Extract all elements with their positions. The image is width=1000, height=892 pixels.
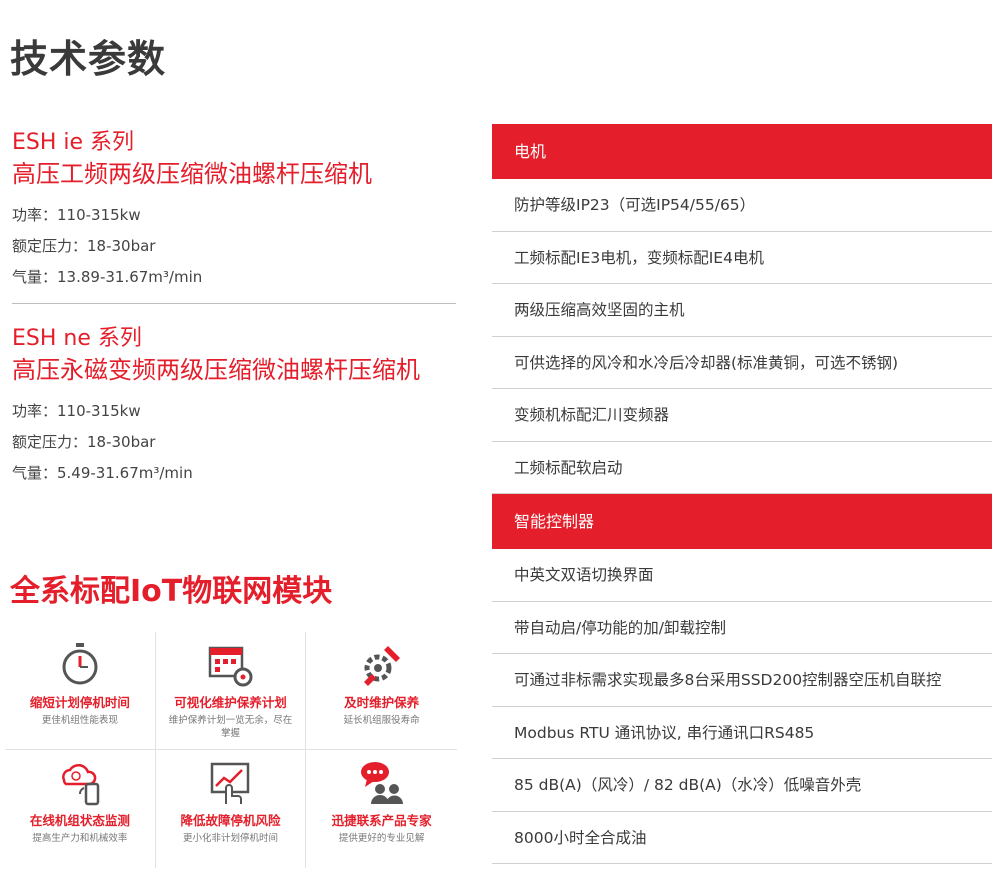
- spec-pressure: 额定压力：18-30bar: [12, 237, 156, 255]
- spec-row: 可通过非标需求实现最多8台采用SSD200控制器空压机自联控: [492, 654, 992, 707]
- spec-airflow: 气量：13.89-31.67m³/min: [12, 268, 203, 286]
- iot-feature-desc: 更小化非计划停机时间: [182, 833, 278, 844]
- iot-feature-desc: 维护保养计划一览无余，尽在掌握: [168, 715, 293, 739]
- iot-feature: 及时维护保养 延长机组服役寿命: [306, 632, 457, 750]
- series-block-ie: ESH ie 系列 高压工频两级压缩微油螺杆压缩机 功率：110-315kw 额…: [12, 128, 458, 293]
- calendar-gear-icon: [209, 646, 253, 687]
- spec-row: 两级压缩高效坚固的主机: [492, 284, 992, 337]
- series-name: ESH ne 系列: [12, 326, 142, 351]
- iot-feature-label: 迅捷联系产品专家: [331, 813, 432, 828]
- page-title: 技术参数: [10, 37, 167, 81]
- spec-row: 中英文双语切换界面: [492, 549, 992, 602]
- iot-feature: 降低故障停机风险 更小化非计划停机时间: [156, 750, 307, 868]
- spec-power: 功率：110-315kw: [12, 402, 141, 420]
- spec-row: 可供选择的风冷和水冷后冷却器(标准黄铜，可选不锈钢): [492, 337, 992, 389]
- series-divider: [12, 303, 456, 304]
- iot-feature: 迅捷联系产品专家 提供更好的专业见解: [306, 750, 457, 868]
- spec-airflow: 气量：5.49-31.67m³/min: [12, 464, 193, 482]
- series-subtitle: 高压工频两级压缩微油螺杆压缩机: [12, 160, 372, 188]
- touch-chart-icon: [211, 762, 250, 804]
- iot-feature-label: 可视化维护保养计划: [174, 695, 287, 710]
- spec-row: Modbus RTU 通讯协议, 串行通讯口RS485: [492, 707, 992, 759]
- spec-row: 工频标配软启动: [492, 442, 992, 494]
- motor-section-header: 电机: [492, 124, 992, 179]
- spec-power: 功率：110-315kw: [12, 206, 141, 224]
- stopwatch-icon: [62, 643, 98, 685]
- iot-feature-label: 降低故障停机风险: [180, 813, 281, 828]
- iot-feature-grid: 缩短计划停机时间 更佳机组性能表现 可视化维护保养计划 维护保养计划一览无余，尽…: [5, 632, 457, 868]
- controller-section-header: 智能控制器: [492, 494, 992, 549]
- series-panel: ESH ie 系列 高压工频两级压缩微油螺杆压缩机 功率：110-315kw 额…: [12, 128, 458, 489]
- iot-feature-label: 及时维护保养: [344, 695, 420, 710]
- spec-pressure: 额定压力：18-30bar: [12, 433, 156, 451]
- spec-row: 变频机标配汇川变频器: [492, 389, 992, 442]
- spec-row: 85 dB(A)（风冷）/ 82 dB(A)（水冷）低噪音外壳: [492, 759, 992, 812]
- iot-feature-desc: 延长机组服役寿命: [343, 715, 420, 726]
- iot-feature-label: 缩短计划停机时间: [29, 695, 130, 710]
- iot-feature: 在线机组状态监测 提高生产力和机械效率: [5, 750, 156, 868]
- series-name: ESH ie 系列: [12, 130, 135, 155]
- chat-people-icon: [360, 762, 403, 804]
- spec-row: 防护等级IP23（可选IP54/55/65）: [492, 179, 992, 232]
- spec-row: 带自动启/停功能的加/卸载控制: [492, 602, 992, 654]
- spec-row: 工频标配IE3电机，变频标配IE4电机: [492, 232, 992, 284]
- iot-title: 全系标配IoT物联网模块: [10, 574, 333, 609]
- iot-feature-desc: 更佳机组性能表现: [41, 715, 118, 726]
- spec-row: 8000小时全合成油: [492, 812, 992, 864]
- iot-feature: 可视化维护保养计划 维护保养计划一览无余，尽在掌握: [155, 632, 307, 750]
- iot-feature-desc: 提高生产力和机械效率: [32, 833, 128, 844]
- gear-wrench-icon: [363, 646, 400, 686]
- series-block-ne: ESH ne 系列 高压永磁变频两级压缩微油螺杆压缩机 功率：110-315kw…: [12, 324, 458, 489]
- iot-feature-label: 在线机组状态监测: [29, 813, 130, 828]
- series-subtitle: 高压永磁变频两级压缩微油螺杆压缩机: [12, 356, 420, 384]
- iot-feature: 缩短计划停机时间 更佳机组性能表现: [5, 632, 156, 750]
- spec-table: 电机 防护等级IP23（可选IP54/55/65） 工频标配IE3电机，变频标配…: [492, 124, 992, 864]
- iot-feature-desc: 提供更好的专业见解: [338, 833, 425, 844]
- cloud-phone-icon: [61, 763, 100, 806]
